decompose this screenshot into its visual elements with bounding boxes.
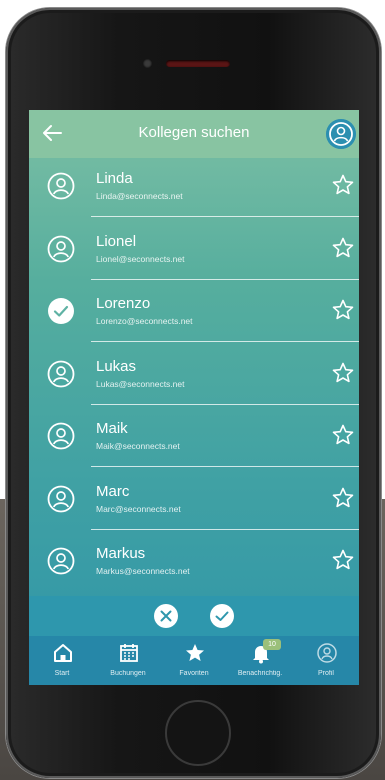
user-avatar-icon[interactable]: [47, 422, 75, 450]
tab-profil[interactable]: Profil: [293, 636, 359, 685]
notification-badge: 10: [263, 639, 281, 650]
colleague-email: Linda@seconnects.net: [96, 191, 183, 201]
tab-label: Profil: [318, 670, 334, 677]
favorite-star-icon[interactable]: [331, 173, 355, 197]
colleague-name: Lionel: [96, 232, 137, 250]
list-item[interactable]: Markus Markus@seconnects.net: [29, 535, 359, 593]
calendar-icon: [120, 644, 138, 662]
favorite-star-icon[interactable]: [331, 298, 355, 322]
row-divider: [91, 341, 359, 342]
colleague-email: Maik@seconnects.net: [96, 441, 180, 451]
tab-label: Start: [54, 670, 70, 677]
row-divider: [91, 466, 359, 467]
tab-buchungen[interactable]: Buchungen: [95, 636, 161, 685]
tab-benachrichtigungen[interactable]: 10 Benachrichtig.: [227, 636, 293, 685]
favorite-star-icon[interactable]: [331, 423, 355, 447]
colleague-email: Lukas@seconnects.net: [96, 378, 185, 389]
tab-start[interactable]: Start: [29, 636, 95, 685]
row-divider: [91, 403, 359, 405]
user-avatar-icon[interactable]: [47, 485, 75, 513]
home-icon: [54, 644, 72, 662]
list-item[interactable]: Lionel Lionel@seconnects.net: [29, 223, 359, 281]
selected-check-icon[interactable]: [47, 297, 75, 325]
home-button[interactable]: [165, 700, 231, 766]
row-divider: [91, 278, 359, 280]
list-item[interactable]: Linda Linda@seconnects.net: [29, 160, 359, 218]
list-item[interactable]: Lukas Lukas@seconnects.net: [29, 348, 359, 406]
user-avatar-icon[interactable]: [47, 360, 75, 388]
colleague-name: Maik: [96, 420, 128, 437]
row-divider: [91, 528, 359, 530]
app-bar: Kollegen suchen: [29, 110, 359, 158]
tab-favoriten[interactable]: Favoriten: [161, 636, 227, 685]
user-avatar-icon[interactable]: [47, 172, 75, 200]
app-screen: Kollegen suchen Linda Linda@seconnects.ne…: [29, 110, 359, 685]
user-avatar-icon[interactable]: [47, 547, 75, 575]
tab-label: Buchungen: [110, 670, 146, 677]
page-title: Kollegen suchen: [138, 124, 250, 141]
favorite-star-icon[interactable]: [331, 548, 355, 572]
profile-icon: [317, 643, 337, 663]
colleague-name: Lukas: [96, 357, 137, 375]
bottom-tab-bar: Start Buchungen Favoriten 10 Benachricht…: [29, 636, 359, 685]
action-bar: [29, 596, 359, 636]
colleague-name: Lorenzo: [96, 295, 151, 312]
colleague-email: Lorenzo@seconnects.net: [96, 316, 193, 326]
confirm-icon[interactable]: [209, 603, 235, 629]
tab-label: Favoriten: [179, 670, 209, 677]
front-camera: [143, 59, 152, 68]
earpiece-speaker: [166, 60, 230, 67]
star-icon: [186, 644, 204, 661]
list-item[interactable]: Marc Marc@seconnects.net: [29, 473, 359, 531]
colleague-email: Lionel@seconnects.net: [96, 253, 185, 264]
colleague-email: Markus@seconnects.net: [96, 566, 190, 576]
list-item[interactable]: Maik Maik@seconnects.net: [29, 410, 359, 468]
user-avatar-icon[interactable]: [47, 235, 75, 263]
list-item[interactable]: Lorenzo Lorenzo@seconnects.net: [29, 285, 359, 343]
colleague-name: Marc: [96, 482, 130, 500]
colleague-name: Markus: [96, 545, 146, 562]
favorite-star-icon[interactable]: [331, 486, 355, 510]
favorite-star-icon[interactable]: [331, 236, 355, 260]
row-divider: [91, 216, 359, 217]
favorite-star-icon[interactable]: [331, 361, 355, 385]
colleague-email: Marc@seconnects.net: [96, 503, 181, 514]
cancel-icon[interactable]: [153, 603, 179, 629]
tab-label: Benachrichtig.: [237, 670, 283, 677]
profile-avatar-icon[interactable]: [326, 119, 356, 149]
colleague-name: Linda: [96, 170, 133, 187]
